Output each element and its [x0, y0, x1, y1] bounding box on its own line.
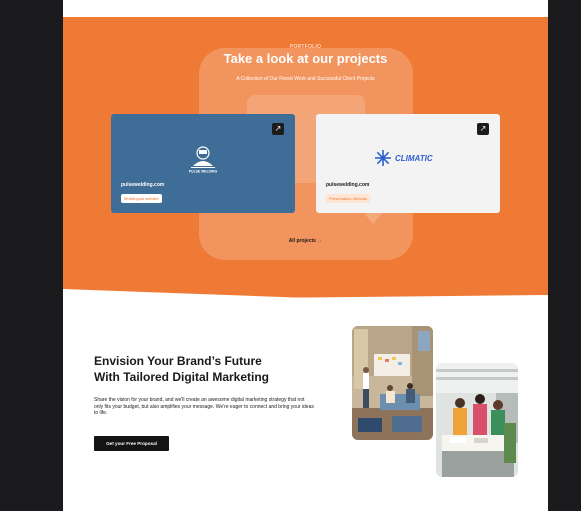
- card-tag: Multilingual website: [121, 194, 162, 203]
- team-meeting-photo: [352, 326, 433, 440]
- portfolio-title: Take a look at our projects: [223, 51, 388, 66]
- project-card-climatic[interactable]: ↗ CLIMATIC pulsewelding.com Presentation…: [316, 114, 500, 213]
- hero-slanted-edge: [63, 289, 548, 300]
- arrow-up-right-icon[interactable]: ↗: [477, 123, 489, 135]
- climatic-logo-text: CLIMATIC: [395, 154, 433, 163]
- all-projects-link[interactable]: All projects →: [63, 238, 548, 244]
- free-proposal-button[interactable]: Get your Free Proposal: [94, 436, 169, 451]
- pulse-welding-logo: PULSE WELDING: [189, 146, 218, 174]
- team-collaboration-photo: [436, 363, 518, 477]
- promo-heading: Envision Your Brand’s Future With Tailor…: [94, 354, 324, 385]
- promo-description: Share the vision for your brand, and we'…: [94, 397, 314, 416]
- card-site-name: pulsewelding.com: [326, 182, 370, 188]
- arrow-up-right-icon[interactable]: ↗: [272, 123, 284, 135]
- portfolio-section: PORTFOLIO Take a look at our projects A …: [63, 17, 548, 300]
- team-meeting-illustration: [352, 326, 433, 440]
- climatic-logo: CLIMATIC: [375, 150, 433, 166]
- card-site-name: pulsewelding.com: [121, 182, 165, 188]
- card-tag: Presentation Website: [326, 194, 370, 203]
- promo-heading-line-1: Envision Your Brand’s Future: [94, 354, 262, 368]
- project-card-pulsewelding[interactable]: ↗ PULSE WELDING pulsewelding.com Multili…: [111, 114, 295, 213]
- pulse-welding-logo-text: PULSE WELDING: [189, 170, 218, 174]
- portfolio-subtitle: A Collection of Our Finest Work and Succ…: [236, 76, 375, 82]
- team-collaboration-illustration: [436, 363, 518, 477]
- promo-heading-line-2: With Tailored Digital Marketing: [94, 369, 270, 384]
- decorative-bubble-tail: [363, 212, 383, 224]
- portfolio-eyebrow: PORTFOLIO: [289, 44, 322, 50]
- page-canvas: PORTFOLIO Take a look at our projects A …: [63, 0, 548, 511]
